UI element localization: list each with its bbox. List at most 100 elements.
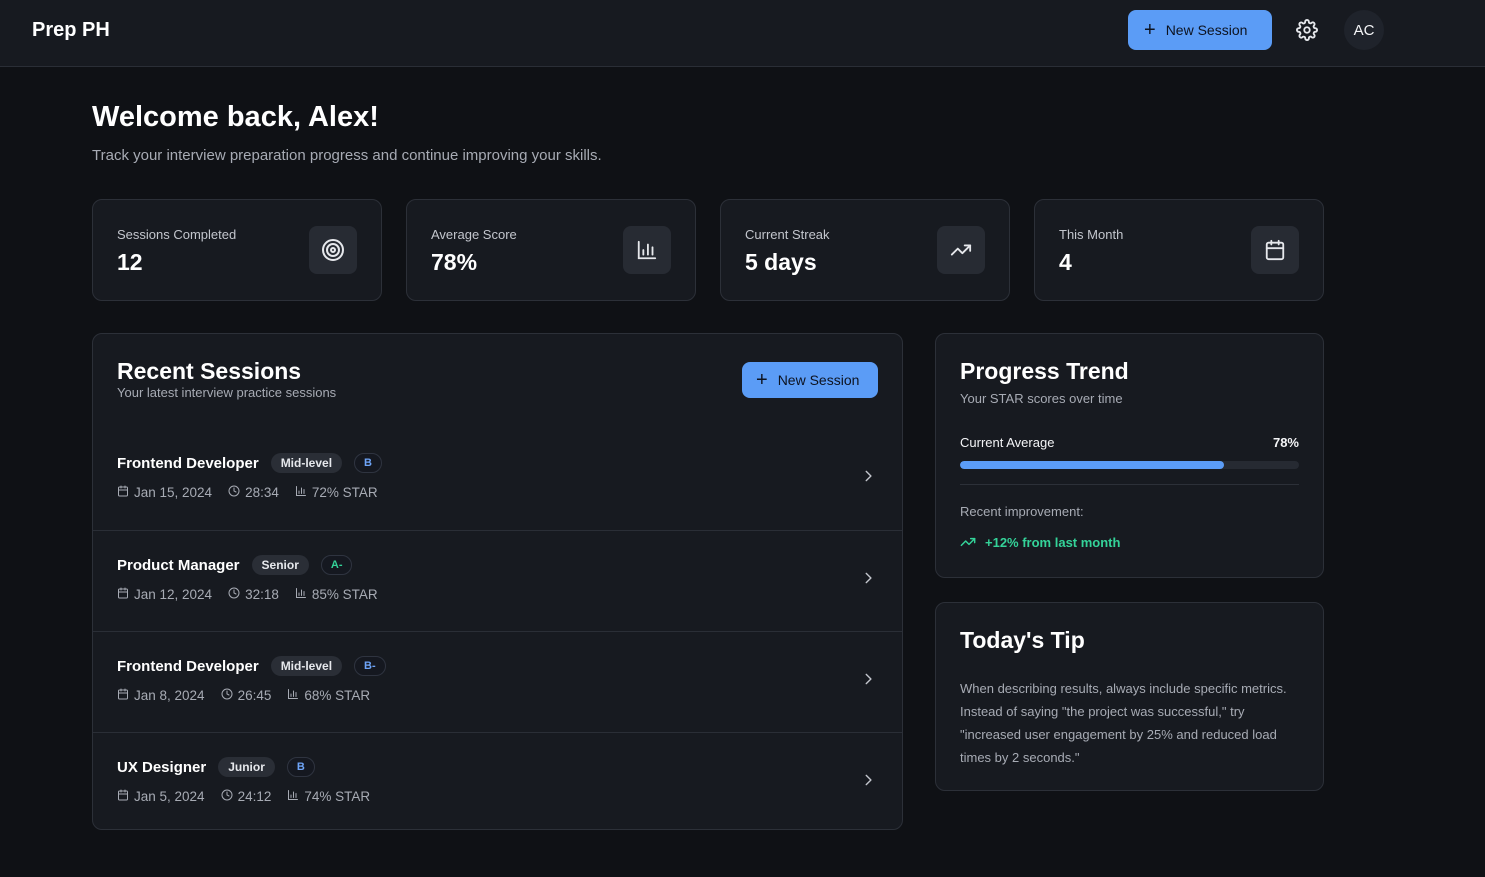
- session-duration-text: 28:34: [245, 485, 279, 500]
- bar-chart-icon: [623, 226, 671, 274]
- session-star-text: 85% STAR: [311, 587, 378, 602]
- stat-value: 12: [117, 249, 143, 275]
- session-row[interactable]: Frontend Developer Mid-level B Jan 15, 2024…: [93, 429, 902, 530]
- chevron-right-icon[interactable]: [861, 773, 875, 787]
- session-meta: Jan 5, 2024 24:12 74% STAR: [117, 789, 370, 804]
- progress-trend-card: Progress Trend Your STAR scores over tim…: [935, 333, 1324, 578]
- stat-value: 4: [1059, 249, 1072, 275]
- brand-logo[interactable]: Prep PH: [32, 19, 110, 42]
- chevron-right-icon[interactable]: [861, 571, 875, 585]
- session-duration-text: 24:12: [237, 789, 272, 804]
- stat-label: Current Streak: [745, 227, 830, 242]
- tip-title: Today's Tip: [960, 627, 1085, 653]
- stat-card-sessions: Sessions Completed 12: [92, 199, 382, 301]
- bar-chart-icon: [287, 688, 299, 703]
- target-icon: [309, 226, 357, 274]
- session-star-score: 68% STAR: [287, 688, 370, 703]
- recent-sessions-card: Recent Sessions Your latest interview pr…: [92, 333, 903, 830]
- stat-card-this-month: This Month 4: [1034, 199, 1324, 301]
- page-title: Welcome back, Alex!: [92, 101, 379, 133]
- current-average-label: Current Average: [960, 435, 1055, 450]
- improvement-label: Recent improvement:: [960, 504, 1084, 519]
- recent-sessions-subtitle: Your latest interview practice sessions: [117, 385, 337, 400]
- level-badge: Mid-level: [270, 656, 343, 676]
- settings-gear-icon[interactable]: [1296, 19, 1318, 41]
- session-title: UX Designer: [117, 758, 207, 776]
- page-subtitle: Track your interview preparation progres…: [92, 147, 602, 164]
- session-duration: 28:34: [228, 485, 279, 500]
- clock-icon: [228, 587, 240, 602]
- session-title: Frontend Developer: [117, 454, 259, 472]
- session-star-text: 74% STAR: [304, 789, 371, 804]
- grade-badge: B: [354, 453, 382, 473]
- clock-icon: [228, 485, 240, 500]
- average-progress-bar: [960, 461, 1299, 469]
- session-title-line: Product Manager Senior A-: [117, 555, 353, 575]
- todays-tip-card: Today's Tip When describing results, alw…: [935, 602, 1324, 791]
- grade-badge: A-: [320, 555, 353, 575]
- level-badge: Junior: [218, 757, 275, 777]
- stat-value: 5 days: [745, 249, 817, 275]
- plus-icon: +: [756, 369, 768, 391]
- session-date-text: Jan 5, 2024: [134, 789, 205, 804]
- header-new-session-button[interactable]: + New Session: [1128, 10, 1272, 50]
- bar-chart-icon: [295, 587, 307, 602]
- trending-up-icon: [960, 537, 976, 547]
- calendar-icon: [1251, 226, 1299, 274]
- average-progress-fill: [960, 461, 1225, 469]
- stat-label: Sessions Completed: [117, 227, 237, 242]
- calendar-icon: [117, 485, 129, 500]
- user-avatar[interactable]: AC: [1344, 10, 1384, 50]
- stat-label: This Month: [1059, 227, 1124, 242]
- trending-up-icon: [937, 226, 985, 274]
- top-bar: Prep PH + New Session AC: [0, 0, 1485, 67]
- session-date: Jan 12, 2024: [117, 587, 212, 602]
- session-meta: Jan 8, 2024 26:45 68% STAR: [117, 688, 370, 703]
- session-title-line: Frontend Developer Mid-level B-: [117, 656, 386, 676]
- grade-badge: B-: [354, 656, 386, 676]
- grade-badge: B: [286, 757, 315, 777]
- level-badge: Senior: [251, 555, 309, 575]
- session-duration: 24:12: [221, 789, 272, 804]
- session-meta: Jan 12, 2024 32:18 85% STAR: [117, 587, 378, 602]
- session-date: Jan 8, 2024: [117, 688, 205, 703]
- current-average-value: 78%: [1272, 435, 1299, 450]
- session-date: Jan 15, 2024: [117, 485, 212, 500]
- plus-icon: +: [1144, 19, 1156, 41]
- session-star-text: 68% STAR: [304, 688, 371, 703]
- bar-chart-icon: [287, 789, 299, 804]
- chevron-right-icon[interactable]: [861, 672, 875, 686]
- session-duration-text: 32:18: [245, 587, 279, 602]
- progress-title: Progress Trend: [960, 358, 1129, 384]
- session-star-score: 74% STAR: [287, 789, 370, 804]
- session-date-text: Jan 15, 2024: [134, 485, 213, 500]
- session-star-score: 72% STAR: [295, 485, 378, 500]
- session-row[interactable]: Frontend Developer Mid-level B- Jan 8, 2024…: [93, 631, 902, 732]
- calendar-icon: [117, 789, 129, 804]
- session-duration-text: 26:45: [237, 688, 272, 703]
- session-row[interactable]: UX Designer Junior B Jan 5, 2024 24:12 74% ST…: [93, 732, 902, 829]
- header-new-session-label: New Session: [1165, 22, 1248, 38]
- level-badge: Mid-level: [270, 453, 343, 473]
- stat-card-average-score: Average Score 78%: [406, 199, 696, 301]
- stat-card-streak: Current Streak 5 days: [720, 199, 1010, 301]
- progress-subtitle: Your STAR scores over time: [960, 391, 1123, 406]
- session-title-line: UX Designer Junior B: [117, 757, 315, 777]
- sessions-new-session-button[interactable]: + New Session: [742, 362, 878, 398]
- chevron-right-icon[interactable]: [861, 469, 875, 483]
- session-star-score: 85% STAR: [295, 587, 378, 602]
- session-date: Jan 5, 2024: [117, 789, 205, 804]
- session-title: Frontend Developer: [117, 657, 259, 675]
- clock-icon: [221, 789, 233, 804]
- session-row[interactable]: Product Manager Senior A- Jan 12, 2024 32:18…: [93, 530, 902, 631]
- bar-chart-icon: [295, 485, 307, 500]
- tip-text: When describing results, always include …: [960, 681, 1287, 765]
- session-star-text: 72% STAR: [311, 485, 378, 500]
- stat-label: Average Score: [431, 227, 517, 242]
- calendar-icon: [117, 587, 129, 602]
- session-meta: Jan 15, 2024 28:34 72% STAR: [117, 485, 378, 500]
- improvement-row: +12% from last month: [960, 534, 1120, 550]
- sessions-new-session-label: New Session: [777, 372, 860, 388]
- session-date-text: Jan 8, 2024: [134, 688, 205, 703]
- session-date-text: Jan 12, 2024: [134, 587, 213, 602]
